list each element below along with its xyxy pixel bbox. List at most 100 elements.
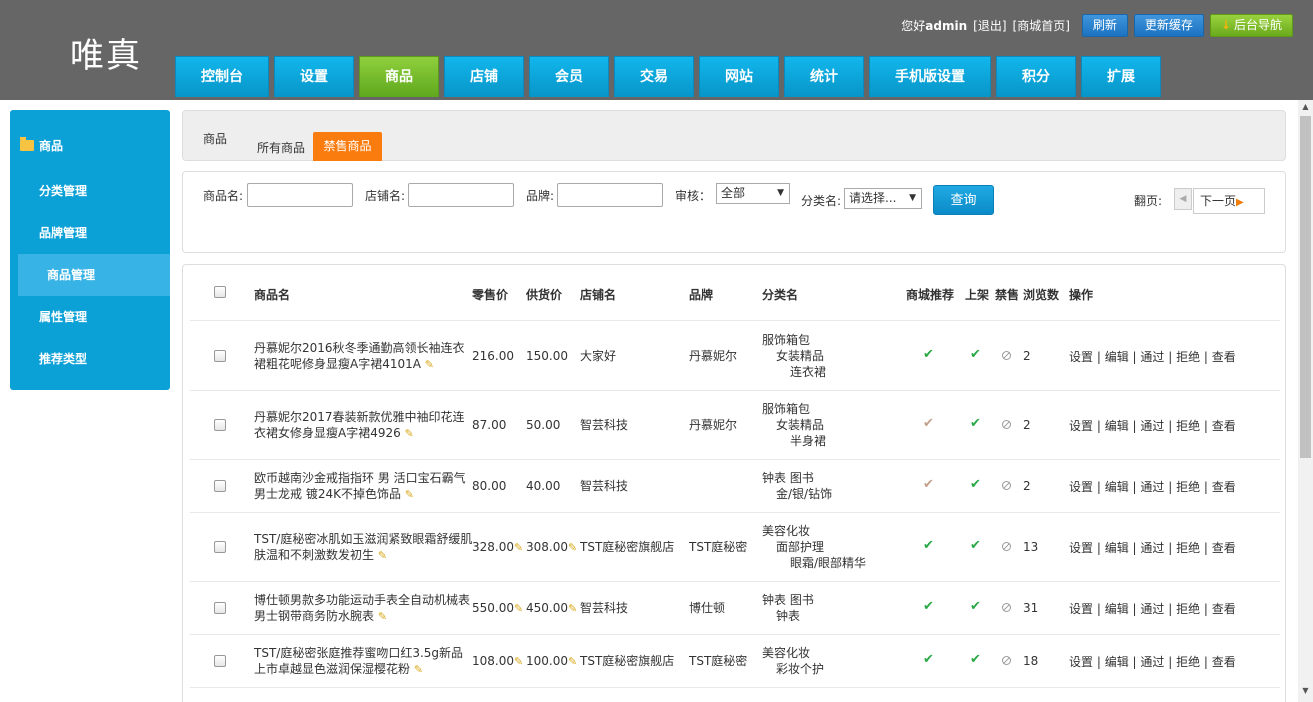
shop-home-link[interactable]: [商城首页] <box>1013 17 1070 34</box>
recommend-check-icon[interactable]: ✔ <box>923 652 934 667</box>
scroll-down-icon[interactable]: ▼ <box>1298 686 1313 698</box>
edit-pencil-icon[interactable]: ✎ <box>425 358 434 371</box>
goods-name-input[interactable] <box>247 183 353 207</box>
search-button[interactable]: 查询 <box>933 185 994 215</box>
scroll-up-icon[interactable]: ▲ <box>1298 102 1313 114</box>
sidebar-item-attribute[interactable]: 属性管理 <box>18 296 170 338</box>
nav-tab-extend[interactable]: 扩展 <box>1081 56 1161 97</box>
action-link[interactable]: 查看 <box>1212 541 1236 555</box>
next-page-button[interactable]: 下一页▶ <box>1193 188 1265 214</box>
edit-pencil-icon[interactable]: ✎ <box>514 541 523 554</box>
onshelf-check-icon[interactable]: ✔ <box>970 599 981 614</box>
action-link[interactable]: 编辑 <box>1105 350 1129 364</box>
action-link[interactable]: 拒绝 <box>1176 350 1200 364</box>
banned-icon[interactable] <box>1002 603 1011 612</box>
action-link[interactable]: 编辑 <box>1105 419 1129 433</box>
nav-tab-stats[interactable]: 统计 <box>784 56 864 97</box>
action-link[interactable]: 查看 <box>1212 480 1236 494</box>
select-all-checkbox[interactable] <box>214 286 226 298</box>
shop-name-input[interactable] <box>408 183 514 207</box>
action-link[interactable]: 查看 <box>1212 602 1236 616</box>
onshelf-check-icon[interactable]: ✔ <box>970 477 981 492</box>
action-link[interactable]: 拒绝 <box>1176 480 1200 494</box>
edit-pencil-icon[interactable]: ✎ <box>514 655 523 668</box>
row-checkbox[interactable] <box>214 350 226 362</box>
logout-link[interactable]: [退出] <box>973 17 1006 34</box>
action-link[interactable]: 设置 <box>1069 541 1093 555</box>
row-checkbox[interactable] <box>214 541 226 553</box>
action-link[interactable]: 查看 <box>1212 655 1236 669</box>
refresh-button[interactable]: 刷新 <box>1081 13 1128 37</box>
tab-all-goods[interactable]: 所有商品 <box>257 139 305 156</box>
banned-icon[interactable] <box>1002 351 1011 360</box>
recommend-check-icon[interactable]: ✔ <box>923 477 934 492</box>
sidebar-item-goods[interactable]: 商品管理 <box>18 254 170 296</box>
brand-input[interactable] <box>557 183 663 207</box>
action-link[interactable]: 查看 <box>1212 350 1236 364</box>
sidebar-item-category[interactable]: 分类管理 <box>18 170 170 212</box>
edit-pencil-icon[interactable]: ✎ <box>514 602 523 615</box>
action-link[interactable]: 拒绝 <box>1176 655 1200 669</box>
banned-icon[interactable] <box>1002 656 1011 665</box>
nav-tab-points[interactable]: 积分 <box>996 56 1076 97</box>
category-select[interactable]: 请选择... ▼ <box>844 188 922 209</box>
edit-pencil-icon[interactable]: ✎ <box>568 541 577 554</box>
backend-nav-button[interactable]: ↓ 后台导航 <box>1209 13 1293 37</box>
action-link[interactable]: 通过 <box>1140 541 1164 555</box>
edit-pencil-icon[interactable]: ✎ <box>378 549 387 562</box>
action-link[interactable]: 拒绝 <box>1176 602 1200 616</box>
action-link[interactable]: 编辑 <box>1105 655 1129 669</box>
action-link[interactable]: 编辑 <box>1105 541 1129 555</box>
tab-banned-goods[interactable]: 禁售商品 <box>313 132 382 161</box>
action-link[interactable]: 设置 <box>1069 419 1093 433</box>
sidebar-item-recommend[interactable]: 推荐类型 <box>18 338 170 380</box>
banned-icon[interactable] <box>1002 481 1011 490</box>
action-link[interactable]: 设置 <box>1069 655 1093 669</box>
action-link[interactable]: 通过 <box>1140 350 1164 364</box>
action-link[interactable]: 通过 <box>1140 480 1164 494</box>
action-link[interactable]: 编辑 <box>1105 480 1129 494</box>
action-link[interactable]: 通过 <box>1140 655 1164 669</box>
nav-tab-settings[interactable]: 设置 <box>274 56 354 97</box>
edit-pencil-icon[interactable]: ✎ <box>405 488 414 501</box>
action-link[interactable]: 设置 <box>1069 480 1093 494</box>
recommend-check-icon[interactable]: ✔ <box>923 538 934 553</box>
onshelf-check-icon[interactable]: ✔ <box>970 652 981 667</box>
edit-pencil-icon[interactable]: ✎ <box>405 427 414 440</box>
onshelf-check-icon[interactable]: ✔ <box>970 538 981 553</box>
action-link[interactable]: 查看 <box>1212 419 1236 433</box>
banned-icon[interactable] <box>1002 420 1011 429</box>
action-link[interactable]: 设置 <box>1069 350 1093 364</box>
banned-icon[interactable] <box>1002 542 1011 551</box>
recommend-check-icon[interactable]: ✔ <box>923 416 934 431</box>
edit-pencil-icon[interactable]: ✎ <box>568 602 577 615</box>
action-link[interactable]: 拒绝 <box>1176 419 1200 433</box>
audit-select[interactable]: 全部 ▼ <box>716 183 790 204</box>
row-checkbox[interactable] <box>214 480 226 492</box>
row-checkbox[interactable] <box>214 419 226 431</box>
nav-tab-members[interactable]: 会员 <box>529 56 609 97</box>
edit-pencil-icon[interactable]: ✎ <box>414 663 423 676</box>
onshelf-check-icon[interactable]: ✔ <box>970 416 981 431</box>
nav-tab-trade[interactable]: 交易 <box>614 56 694 97</box>
action-link[interactable]: 通过 <box>1140 602 1164 616</box>
update-cache-button[interactable]: 更新缓存 <box>1133 13 1204 37</box>
action-link[interactable]: 编辑 <box>1105 602 1129 616</box>
nav-tab-website[interactable]: 网站 <box>699 56 779 97</box>
prev-page-button[interactable]: ◀ <box>1174 188 1192 210</box>
nav-tab-console[interactable]: 控制台 <box>175 56 269 97</box>
scrollbar[interactable]: ▲ ▼ <box>1298 100 1313 702</box>
recommend-check-icon[interactable]: ✔ <box>923 599 934 614</box>
edit-pencil-icon[interactable]: ✎ <box>378 610 387 623</box>
scroll-thumb[interactable] <box>1300 116 1311 458</box>
recommend-check-icon[interactable]: ✔ <box>923 347 934 362</box>
action-link[interactable]: 通过 <box>1140 419 1164 433</box>
row-checkbox[interactable] <box>214 655 226 667</box>
onshelf-check-icon[interactable]: ✔ <box>970 347 981 362</box>
nav-tab-goods[interactable]: 商品 <box>359 56 439 97</box>
row-checkbox[interactable] <box>214 602 226 614</box>
sidebar-item-brand[interactable]: 品牌管理 <box>18 212 170 254</box>
nav-tab-shops[interactable]: 店铺 <box>444 56 524 97</box>
nav-tab-mobile[interactable]: 手机版设置 <box>869 56 991 97</box>
action-link[interactable]: 设置 <box>1069 602 1093 616</box>
